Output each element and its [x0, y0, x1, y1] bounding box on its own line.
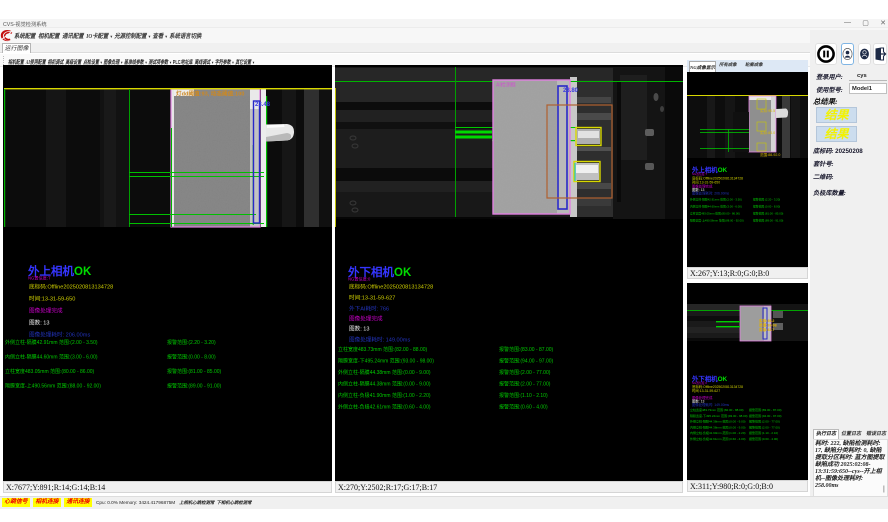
svg-text:立柱宽度483.05mm 范围:(80.00 - 86.00: 立柱宽度483.05mm 范围:(80.00 - 86.00) [690, 212, 740, 216]
svg-text:立柱宽度483.73mm 范围:(82.00 - 88.00: 立柱宽度483.73mm 范围:(82.00 - 88.00) [690, 407, 744, 412]
svg-text:报警范围:(2.00 - 77.00): 报警范围:(2.00 - 77.00) [749, 424, 780, 429]
svg-text:报警范围:(2.20 - 3.20): 报警范围:(2.20 - 3.20) [167, 339, 216, 346]
svg-text:底标码:Offline2025020813134728: 底标码:Offline2025020813134728 [29, 283, 113, 291]
svg-text:报警范围:(2.20 - 3.20): 报警范围:(2.20 - 3.20) [753, 198, 780, 202]
svg-text:时间:13-31-59-650: 时间:13-31-59-650 [29, 295, 75, 303]
svg-text:报警范围:(81.00 - 85.00): 报警范围:(81.00 - 85.00) [753, 212, 783, 216]
svg-text:外侧立柱-隔膜42.91mm 范围:(2.00 - 3.50: 外侧立柱-隔膜42.91mm 范围:(2.00 - 3.50) [690, 198, 742, 202]
svg-text:范围:88-92.0: 范围:88-92.0 [760, 152, 780, 157]
svg-text:实际:90.5: 实际:90.5 [760, 108, 775, 113]
svg-text:NG置信度:T: NG置信度:T [28, 275, 51, 282]
svg-text:隔膜宽度-上490.56mm 范围:(88.00 - 92.: 隔膜宽度-上490.56mm 范围:(88.00 - 92.00) [690, 219, 744, 223]
svg-text:图像处理完成: 图像处理完成 [349, 315, 383, 323]
svg-text:图数: 13: 图数: 13 [349, 325, 370, 333]
svg-text:时间:13-31-59-627: 时间:13-31-59-627 [349, 294, 395, 302]
svg-text:内侧立柱-隔膜44.38mm 范围:(0.00 - 9.00: 内侧立柱-隔膜44.38mm 范围:(0.00 - 9.00) [690, 424, 746, 429]
svg-text:隔膜宽度-下495.24mm 范围:(93.00 - 98.: 隔膜宽度-下495.24mm 范围:(93.00 - 98.00) [338, 358, 434, 365]
svg-text:图像处理耗时: 149.00ms: 图像处理耗时: 149.00ms [349, 336, 410, 344]
svg-text:报警范围:(89.00 - 91.00): 报警范围:(89.00 - 91.00) [753, 219, 783, 223]
svg-text:报警范围:(0.60 - 4.00): 报警范围:(0.60 - 4.00) [499, 404, 548, 411]
svg-text:NG置信度:T: NG置信度:T [692, 172, 707, 176]
svg-text:图像处理耗时: 149.00ms: 图像处理耗时: 149.00ms [692, 402, 729, 407]
svg-text:报警范围:(83.00 - 87.00): 报警范围:(83.00 - 87.00) [749, 407, 782, 412]
svg-text:内侧立柱-隔膜44.60mm 范围:(3.00 - 6.00: 内侧立柱-隔膜44.60mm 范围:(3.00 - 6.00) [5, 354, 98, 361]
svg-text:隔膜宽度-下495.24mm 范围:(93.00 - 98.: 隔膜宽度-下495.24mm 范围:(93.00 - 98.00) [690, 413, 748, 418]
svg-text:实际:95.2: 实际:95.2 [759, 318, 774, 323]
svg-text:图像处理耗时: 206.00ms: 图像处理耗时: 206.00ms [29, 331, 90, 339]
svg-text:外侧立柱-隔膜44.38mm 范围:(0.00 - 9.00: 外侧立柱-隔膜44.38mm 范围:(0.00 - 9.00) [338, 369, 431, 376]
svg-text:内侧立柱-隔膜44.60mm 范围:(3.00 - 6.00: 内侧立柱-隔膜44.60mm 范围:(3.00 - 6.00) [690, 205, 742, 209]
svg-text:报警范围:(0.60 - 4.00): 报警范围:(0.60 - 4.00) [749, 436, 778, 441]
svg-text:范围:93-98: 范围:93-98 [759, 323, 777, 328]
svg-text:实际:83.0: 实际:83.0 [760, 130, 775, 135]
svg-text:立柱宽度483.73mm 范围:(82.00 - 88.00: 立柱宽度483.73mm 范围:(82.00 - 88.00) [338, 346, 428, 353]
svg-text:立柱宽度483.05mm 范围:(80.00 - 86.00: 立柱宽度483.05mm 范围:(80.00 - 86.00) [5, 368, 95, 375]
svg-text:实际:83.7: 实际:83.7 [759, 327, 774, 332]
svg-text:内侧立柱-负极41.90mm 范围:(1.00 - 2.20: 内侧立柱-负极41.90mm 范围:(1.00 - 2.20) [690, 430, 746, 435]
svg-text:23.48: 23.48 [255, 102, 271, 108]
svg-text:报警范围:(2.00 - 77.00): 报警范围:(2.00 - 77.00) [499, 381, 551, 388]
svg-text:报警范围:(94.00 - 97.00): 报警范围:(94.00 - 97.00) [749, 413, 782, 418]
svg-text:报警范围:(1.10 - 2.10): 报警范围:(1.10 - 2.10) [499, 392, 548, 399]
svg-text:报警范围:(94.00 - 97.00): 报警范围:(94.00 - 97.00) [499, 358, 554, 365]
svg-text:外侧立柱-隔膜44.38mm 范围:(0.00 - 9.00: 外侧立柱-隔膜44.38mm 范围:(0.00 - 9.00) [690, 419, 746, 424]
svg-text:报警范围:(0.00 - 8.00): 报警范围:(0.00 - 8.00) [753, 205, 780, 209]
svg-text:图像处理耗时: 206.00ms: 图像处理耗时: 206.00ms [692, 191, 729, 196]
svg-text:外侧立柱-隔膜42.91mm 范围:(2.00 - 3.50: 外侧立柱-隔膜42.91mm 范围:(2.00 - 3.50) [5, 339, 98, 346]
svg-text:底标码:Offline2025020813134728: 底标码:Offline2025020813134728 [349, 283, 433, 291]
svg-text:图数: 13: 图数: 13 [29, 319, 50, 327]
svg-text:报警范围:(2.00 - 77.00): 报警范围:(2.00 - 77.00) [499, 369, 551, 376]
svg-text:报警范围:(81.00 - 85.00): 报警范围:(81.00 - 85.00) [167, 368, 222, 375]
svg-text:外侧立柱-负极42.61mm 范围:(0.60 - 4.00: 外侧立柱-负极42.61mm 范围:(0.60 - 4.00) [338, 404, 431, 411]
svg-text:图像处理完成: 图像处理完成 [29, 307, 63, 315]
svg-text:内侧立柱-隔膜44.38mm 范围:(0.00 - 9.00: 内侧立柱-隔膜44.38mm 范围:(0.00 - 9.00) [338, 381, 431, 388]
svg-text:外下AI耗时: 766: 外下AI耗时: 766 [349, 305, 389, 313]
svg-text:报警范围:(1.10 - 2.10): 报警范围:(1.10 - 2.10) [749, 430, 778, 435]
svg-text:时间:13-31-59-627: 时间:13-31-59-627 [692, 388, 720, 393]
svg-text:报警范围:(2.00 - 77.00): 报警范围:(2.00 - 77.00) [749, 419, 780, 424]
svg-text:外侧立柱-负极42.61mm 范围:(0.60 - 4.00: 外侧立柱-负极42.61mm 范围:(0.60 - 4.00) [690, 436, 746, 441]
svg-text:隔膜宽度-上490.56mm 范围:(88.00 - 92.: 隔膜宽度-上490.56mm 范围:(88.00 - 92.00) [5, 383, 101, 390]
svg-text:灯dd阈值:93, 动态阈值:100: 灯dd阈值:93, 动态阈值:100 [176, 90, 244, 98]
svg-text:NG置信度:0: NG置信度:0 [348, 276, 371, 283]
svg-text:报警范围:(83.00 - 87.00): 报警范围:(83.00 - 87.00) [499, 346, 554, 353]
svg-text:报警范围:(0.00 - 8.00): 报警范围:(0.00 - 8.00) [167, 354, 216, 361]
svg-text:内侧立柱-负极41.90mm 范围:(1.00 - 2.20: 内侧立柱-负极41.90mm 范围:(1.00 - 2.20) [338, 392, 431, 399]
svg-text:23.80: 23.80 [563, 88, 579, 94]
svg-text:报警范围:(89.00 - 91.00): 报警范围:(89.00 - 91.00) [167, 383, 222, 390]
svg-text:AI检测框: AI检测框 [496, 82, 516, 89]
